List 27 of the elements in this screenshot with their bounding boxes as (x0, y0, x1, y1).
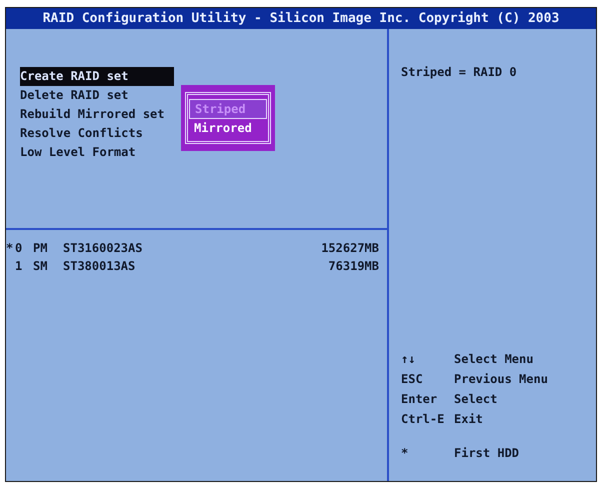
key-action: Exit (454, 411, 483, 428)
key-action: Select Menu (454, 351, 534, 368)
description-text: Striped = RAID 0 (401, 65, 518, 79)
popup-option[interactable]: Mirrored (189, 119, 267, 137)
first-drive-marker: * (6, 240, 14, 257)
key-label: ESC (401, 371, 423, 388)
menu-item[interactable]: Resolve Conflicts (20, 124, 157, 143)
menu-item[interactable]: Delete RAID set (20, 86, 142, 105)
window-title: RAID Configuration Utility - Silicon Image Inc. Copyright (C) 2003 (6, 8, 596, 29)
drive-role: SM (33, 258, 48, 275)
key-action: First HDD (454, 445, 520, 462)
menu-item[interactable]: Low Level Format (20, 143, 150, 162)
menu-item[interactable]: Rebuild Mirrored set (20, 105, 178, 124)
key-label: Enter (401, 391, 438, 408)
drive-model: ST3160023AS (63, 240, 144, 257)
key-label: * (401, 445, 408, 462)
drive-model: ST380013AS (63, 258, 136, 275)
key-action: Previous Menu (454, 371, 548, 388)
menu-item[interactable]: Create RAID set (20, 67, 174, 86)
key-label: ↑↓ (401, 351, 416, 368)
drive-role: PM (33, 240, 48, 257)
drive-index: 0 (15, 240, 24, 257)
drive-size: 76319MB (327, 258, 379, 275)
drive-size: 152627MB (320, 240, 379, 257)
key-label: Ctrl-E (401, 411, 444, 428)
key-action: Select (454, 391, 498, 408)
drive-index: 1 (15, 258, 24, 275)
